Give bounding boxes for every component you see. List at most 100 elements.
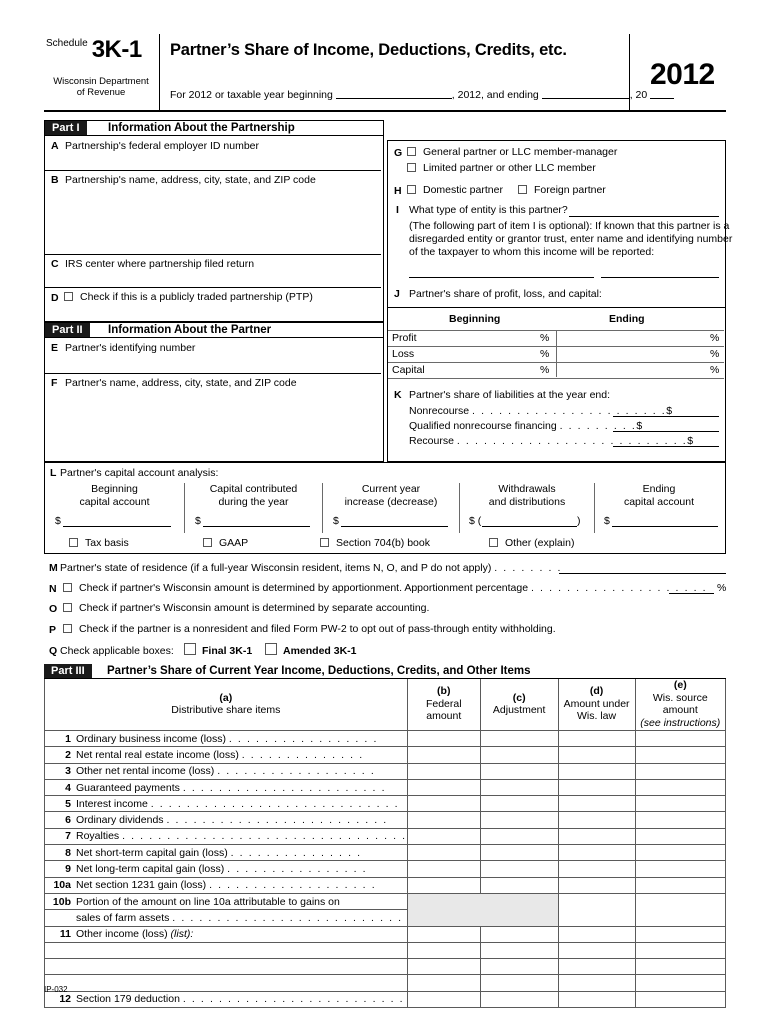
row-6-wis-source-cell[interactable] xyxy=(634,811,727,829)
row-5-wis-law-cell[interactable] xyxy=(557,795,636,813)
ptp-checkbox[interactable] xyxy=(64,292,73,301)
tax-basis-checkbox[interactable] xyxy=(69,538,78,547)
col-e-line-1: Wis. source amount xyxy=(652,691,708,717)
row-11-blank-3-adjustment[interactable] xyxy=(479,974,559,992)
row-12-adjustment-cell[interactable] xyxy=(479,990,559,1009)
row-12-federal-cell[interactable] xyxy=(406,990,481,1009)
row-10a-federal-cell[interactable] xyxy=(406,876,481,894)
row-8-federal-cell[interactable] xyxy=(406,844,481,862)
row-6-adjustment-cell[interactable] xyxy=(479,811,559,829)
row-11-federal-cell[interactable] xyxy=(406,925,481,943)
row-4-wis-law-cell[interactable] xyxy=(557,778,636,797)
row-1-wis-source-cell[interactable] xyxy=(634,729,727,748)
row-1-adjustment-cell[interactable] xyxy=(479,729,559,748)
row-3-wis-law-cell[interactable] xyxy=(557,762,636,780)
row-11-blank-2-adjustment[interactable] xyxy=(479,958,559,976)
row-5-adjustment-cell[interactable] xyxy=(479,795,559,813)
row-11-blank-1-adjustment[interactable] xyxy=(479,941,559,960)
nonrecourse-field[interactable] xyxy=(613,416,719,417)
row-11-blank-3-wis-source[interactable] xyxy=(634,974,727,992)
disregarded-entity-name-field[interactable] xyxy=(409,277,594,278)
ending-capital-field[interactable] xyxy=(612,526,718,527)
column-ending-header: Ending xyxy=(609,313,645,325)
row-7-wis-law-cell[interactable] xyxy=(557,827,636,846)
foreign-partner-checkbox[interactable] xyxy=(518,185,527,194)
other-basis-checkbox[interactable] xyxy=(489,538,498,547)
row-10a-adjustment-cell[interactable] xyxy=(479,876,559,894)
capital-contributed-field[interactable] xyxy=(203,526,310,527)
row-8-wis-law-cell[interactable] xyxy=(557,844,636,862)
col-d-line-1: Amount under xyxy=(563,697,630,710)
field-e-label: Partner's identifying number xyxy=(65,342,196,354)
row-9-wis-law-cell[interactable] xyxy=(557,860,636,878)
row-11-blank-2-label[interactable] xyxy=(44,958,408,976)
entity-type-field[interactable] xyxy=(569,216,719,217)
general-partner-checkbox[interactable] xyxy=(407,147,416,156)
state-of-residence-field[interactable] xyxy=(559,573,726,574)
row-11-blank-2-federal[interactable] xyxy=(406,958,481,976)
row-4-wis-source-cell[interactable] xyxy=(634,778,727,797)
disregarded-entity-id-field[interactable] xyxy=(601,277,719,278)
row-10a-wis-source-cell[interactable] xyxy=(634,876,727,894)
tax-year-end-field[interactable] xyxy=(541,98,630,99)
row-2-wis-law-cell[interactable] xyxy=(557,746,636,764)
gaap-checkbox[interactable] xyxy=(203,538,212,547)
row-2-wis-source-cell[interactable] xyxy=(634,746,727,764)
row-7-adjustment-cell[interactable] xyxy=(479,827,559,846)
row-6-federal-cell[interactable] xyxy=(406,811,481,829)
row-11-blank-1-federal[interactable] xyxy=(406,941,481,960)
row-5-federal-cell[interactable] xyxy=(406,795,481,813)
row-11-blank-1-label[interactable] xyxy=(44,941,408,960)
row-10b-wis-source-cell[interactable] xyxy=(634,892,727,927)
tax-year-begin-field[interactable] xyxy=(335,98,452,99)
recourse-field[interactable] xyxy=(613,446,719,447)
limited-partner-checkbox[interactable] xyxy=(407,163,416,172)
apportionment-checkbox[interactable] xyxy=(63,583,72,592)
current-year-change-field[interactable] xyxy=(341,526,448,527)
row-11-blank-1-wis-source[interactable] xyxy=(634,941,727,960)
row-10b-wis-law-cell[interactable] xyxy=(557,892,636,927)
row-12-wis-law-cell[interactable] xyxy=(557,990,636,1009)
row-9-adjustment-cell[interactable] xyxy=(479,860,559,878)
row-9-federal-cell[interactable] xyxy=(406,860,481,878)
beginning-capital-field[interactable] xyxy=(63,526,171,527)
capital-col-1-dollar: $ xyxy=(55,515,61,527)
row-11-blank-2-wis-law[interactable] xyxy=(557,958,636,976)
row-10a-wis-law-cell[interactable] xyxy=(557,876,636,894)
row-8-wis-source-cell[interactable] xyxy=(634,844,727,862)
row-3-adjustment-cell[interactable] xyxy=(479,762,559,780)
withdrawals-field[interactable] xyxy=(482,526,577,527)
row-2-federal-cell[interactable] xyxy=(406,746,481,764)
amended-3k1-checkbox[interactable] xyxy=(265,643,277,655)
row-11-blank-3-wis-law[interactable] xyxy=(557,974,636,992)
row-11-blank-2-wis-source[interactable] xyxy=(634,958,727,976)
row-7-federal-cell[interactable] xyxy=(406,827,481,846)
row-3-federal-cell[interactable] xyxy=(406,762,481,780)
qualified-nonrecourse-field[interactable] xyxy=(613,431,719,432)
row-11-blank-3-federal[interactable] xyxy=(406,974,481,992)
row-11-wis-law-cell[interactable] xyxy=(557,925,636,943)
j-rule-3 xyxy=(388,378,724,379)
row-1-wis-law-cell[interactable] xyxy=(557,729,636,748)
apportionment-percentage-field[interactable] xyxy=(669,593,714,594)
row-9-wis-source-cell[interactable] xyxy=(634,860,727,878)
row-11-blank-1-wis-law[interactable] xyxy=(557,941,636,960)
row-7-wis-source-cell[interactable] xyxy=(634,827,727,846)
pw2-nonresident-checkbox[interactable] xyxy=(63,624,72,633)
final-3k1-checkbox[interactable] xyxy=(184,643,196,655)
domestic-partner-checkbox[interactable] xyxy=(407,185,416,194)
separate-accounting-checkbox[interactable] xyxy=(63,603,72,612)
row-11-wis-source-cell[interactable] xyxy=(634,925,727,943)
row-11-adjustment-cell[interactable] xyxy=(479,925,559,943)
row-2-adjustment-cell[interactable] xyxy=(479,746,559,764)
row-3-wis-source-cell[interactable] xyxy=(634,762,727,780)
row-4-adjustment-cell[interactable] xyxy=(479,778,559,797)
section-704b-checkbox[interactable] xyxy=(320,538,329,547)
row-11-blank-3-label[interactable] xyxy=(44,974,408,992)
row-4-federal-cell[interactable] xyxy=(406,778,481,797)
row-6-wis-law-cell[interactable] xyxy=(557,811,636,829)
row-8-adjustment-cell[interactable] xyxy=(479,844,559,862)
row-12-wis-source-cell[interactable] xyxy=(634,990,727,1009)
row-5-wis-source-cell[interactable] xyxy=(634,795,727,813)
row-1-federal-cell[interactable] xyxy=(406,729,481,748)
